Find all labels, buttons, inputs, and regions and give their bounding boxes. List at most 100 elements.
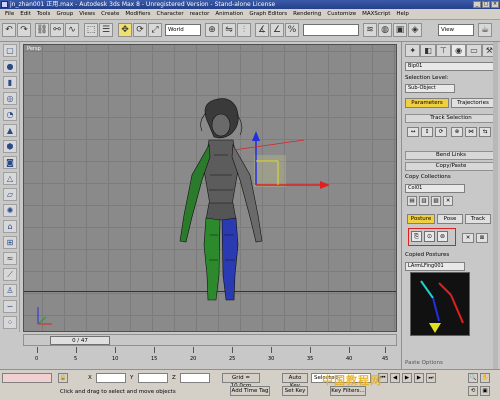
minimize-button[interactable]: _ <box>473 1 481 8</box>
quick-render-icon[interactable]: ☕ <box>478 23 492 37</box>
delete-all-icon[interactable]: ⊠ <box>476 233 488 243</box>
paste-posture-icon[interactable]: ⊙ <box>424 231 435 242</box>
copy-posture-icon[interactable]: ⎘ <box>411 231 422 242</box>
collection-save-icon[interactable]: ▥ <box>419 196 429 206</box>
maximize-viewport-icon[interactable]: ▣ <box>480 386 490 396</box>
menu-modifiers[interactable]: Modifiers <box>122 11 153 17</box>
select-move-icon[interactable]: ✥ <box>118 23 132 37</box>
menu-character[interactable]: Character <box>154 11 187 17</box>
create-pyramid-icon[interactable]: △ <box>3 172 17 185</box>
bend-links-rollout[interactable]: Bend Links <box>405 151 497 160</box>
menu-customize[interactable]: Customize <box>324 11 359 17</box>
create-cylinder-icon[interactable]: ▮ <box>3 76 17 89</box>
auto-key-button[interactable]: Auto Key <box>282 373 308 389</box>
object-name-field[interactable]: Bip01 <box>405 62 497 71</box>
zoom-icon[interactable]: 🔍 <box>468 373 478 383</box>
collection-load-icon[interactable]: ▤ <box>407 196 417 206</box>
parameters-button[interactable]: Parameters <box>405 98 449 108</box>
z-coordinate-field[interactable] <box>180 373 210 383</box>
pivot-center-icon[interactable]: ⊕ <box>205 23 219 37</box>
create-sphere-icon[interactable]: ● <box>3 60 17 73</box>
select-object-icon[interactable]: ⬚ <box>84 23 98 37</box>
add-time-tag-button[interactable]: Add Time Tag <box>230 386 270 396</box>
menu-edit[interactable]: Edit <box>17 11 34 17</box>
menu-maxscript[interactable]: MAXScript <box>359 11 393 17</box>
play-icon[interactable]: ▶ <box>402 373 412 383</box>
menu-rendering[interactable]: Rendering <box>290 11 324 17</box>
x-coordinate-field[interactable] <box>96 373 126 383</box>
material-editor-icon[interactable]: ◍ <box>378 23 392 37</box>
track-selection-rollout[interactable]: Track Selection <box>405 114 497 123</box>
symmetrical-icon[interactable]: ⋈ <box>465 127 477 137</box>
command-panel-scrollbar[interactable] <box>493 42 498 369</box>
opposite-icon[interactable]: ⇆ <box>479 127 491 137</box>
time-slider-track[interactable]: 0 / 47 <box>23 334 397 346</box>
menu-animation[interactable]: Animation <box>212 11 246 17</box>
maximize-button[interactable]: □ <box>482 1 490 8</box>
select-scale-icon[interactable]: ⤢ <box>148 23 162 37</box>
create-biped-icon[interactable]: ♙ <box>3 284 17 297</box>
link-icon[interactable]: ⛓ <box>35 23 49 37</box>
select-by-name-icon[interactable]: ☰ <box>99 23 113 37</box>
mirror-icon[interactable]: ⇋ <box>222 23 236 37</box>
unlink-icon[interactable]: ⚯ <box>50 23 64 37</box>
lock-cob-icon[interactable]: ⊗ <box>451 127 463 137</box>
create-cone-icon[interactable]: ▲ <box>3 124 17 137</box>
render-scene-icon[interactable]: ◈ <box>408 23 422 37</box>
perspective-viewport[interactable]: Persp <box>23 44 397 332</box>
create-geosphere-icon[interactable]: ⬢ <box>3 140 17 153</box>
motion-tab-icon[interactable]: ◉ <box>450 44 467 57</box>
menu-create[interactable]: Create <box>98 11 122 17</box>
copy-paste-rollout[interactable]: Copy/Paste <box>405 162 497 171</box>
render-setup-icon[interactable]: ▣ <box>393 23 407 37</box>
menu-views[interactable]: Views <box>76 11 98 17</box>
delete-posture-icon[interactable]: ✕ <box>462 233 474 243</box>
create-light-icon[interactable]: ✺ <box>3 204 17 217</box>
maxscript-listener[interactable] <box>2 373 52 383</box>
menu-graph-editors[interactable]: Graph Editors <box>246 11 290 17</box>
redo-icon[interactable]: ↷ <box>17 23 31 37</box>
select-rotate-icon[interactable]: ⟳ <box>133 23 147 37</box>
menu-group[interactable]: Group <box>53 11 76 17</box>
y-coordinate-field[interactable] <box>138 373 168 383</box>
menu-reactor[interactable]: reactor <box>187 11 213 17</box>
menu-tools[interactable]: Tools <box>34 11 54 17</box>
create-spline-icon[interactable]: ∽ <box>3 300 17 313</box>
create-camera-icon[interactable]: ⌂ <box>3 220 17 233</box>
create-helper-icon[interactable]: ⊞ <box>3 236 17 249</box>
goto-end-icon[interactable]: ⏭ <box>426 373 436 383</box>
snap-icon[interactable]: ∡ <box>255 23 269 37</box>
create-torus-icon[interactable]: ◎ <box>3 92 17 105</box>
create-space-warp-icon[interactable]: ≈ <box>3 252 17 265</box>
posture-dropdown[interactable]: LArmLFing001 <box>405 262 465 271</box>
hierarchy-tab-icon[interactable]: ⊤ <box>435 44 451 57</box>
sub-object-dropdown[interactable]: Sub-Object <box>405 84 455 93</box>
track-tab[interactable]: Track <box>465 214 491 224</box>
create-particle-icon[interactable]: ⁘ <box>3 316 17 329</box>
modify-tab-icon[interactable]: ◧ <box>420 44 436 57</box>
next-frame-icon[interactable]: ▶ <box>414 373 424 383</box>
menu-help[interactable]: Help <box>393 11 412 17</box>
create-bone-icon[interactable]: ⟋ <box>3 268 17 281</box>
body-rotation-icon[interactable]: ⟳ <box>435 127 447 137</box>
display-tab-icon[interactable]: ▭ <box>466 44 482 57</box>
menu-file[interactable]: File <box>2 11 17 17</box>
reference-coordinate-dropdown[interactable]: World <box>165 24 201 36</box>
bind-space-warp-icon[interactable]: ∿ <box>65 23 79 37</box>
time-slider[interactable]: 0 / 47 <box>50 336 110 345</box>
orbit-icon[interactable]: ⟲ <box>468 386 478 396</box>
curve-editor-icon[interactable]: ≋ <box>363 23 377 37</box>
prev-frame-icon[interactable]: ◀ <box>390 373 400 383</box>
lock-selection-icon[interactable]: 🔒 <box>58 373 68 383</box>
create-tab-icon[interactable]: ✦ <box>405 44 421 57</box>
pose-tab[interactable]: Pose <box>437 214 463 224</box>
body-vertical-icon[interactable]: ↕ <box>421 127 433 137</box>
set-key-button[interactable]: Set Key <box>282 386 308 396</box>
collection-new-icon[interactable]: ▧ <box>431 196 441 206</box>
named-selection-dropdown[interactable] <box>303 24 359 36</box>
paste-opposite-icon[interactable]: ⊚ <box>437 231 448 242</box>
create-tube-icon[interactable]: ◙ <box>3 156 17 169</box>
body-horizontal-icon[interactable]: ↔ <box>407 127 419 137</box>
angle-snap-icon[interactable]: ∠ <box>270 23 284 37</box>
pan-icon[interactable]: ✋ <box>480 373 490 383</box>
